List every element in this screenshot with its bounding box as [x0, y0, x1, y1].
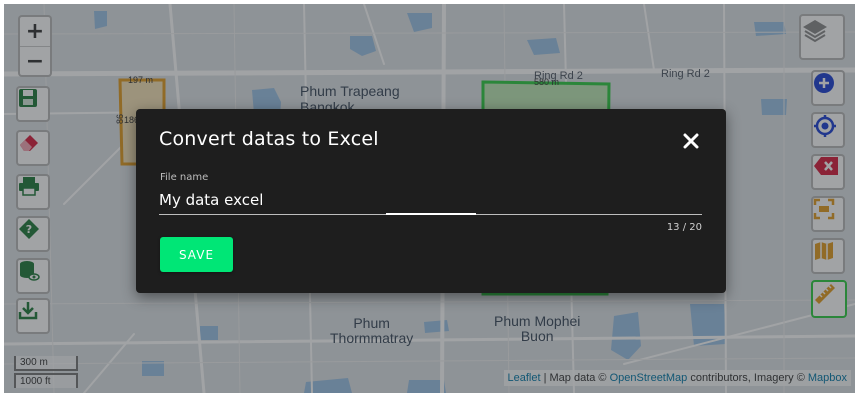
close-icon — [683, 133, 699, 149]
file-name-focus-bar — [386, 213, 476, 215]
save-button[interactable]: SAVE — [160, 237, 233, 272]
export-excel-dialog: Convert datas to Excel File name 13 / 20… — [136, 109, 726, 293]
file-name-label: File name — [160, 172, 209, 183]
dialog-title: Convert datas to Excel — [159, 128, 379, 150]
file-name-input[interactable] — [159, 188, 702, 212]
character-counter: 13 / 20 — [666, 222, 702, 233]
close-button[interactable] — [681, 131, 701, 151]
app-window: 197 m 86 186 580 m 83 m Phum Trapeang Ba… — [0, 0, 859, 400]
